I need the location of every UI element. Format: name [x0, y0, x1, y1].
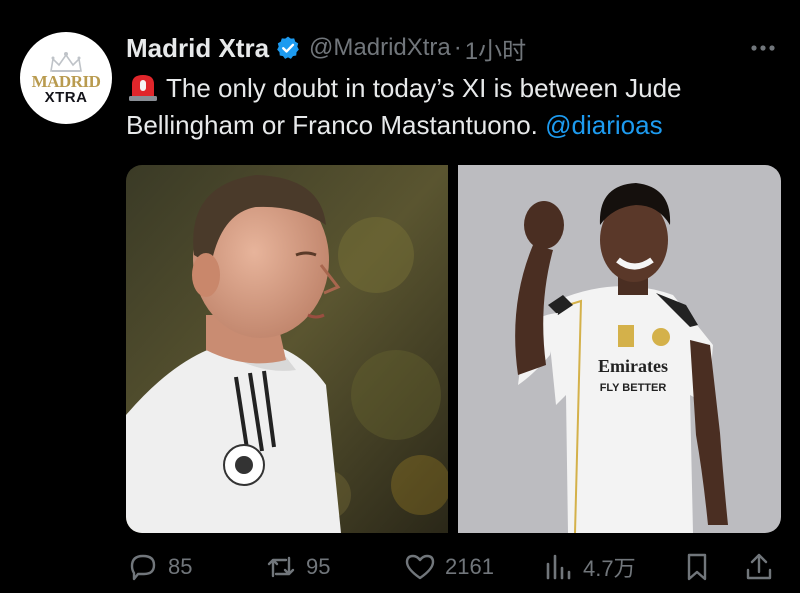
like-count: 2161 [445, 554, 494, 579]
reply-count: 85 [168, 554, 193, 579]
retweet-count: 95 [306, 554, 331, 579]
separator-dot: · [453, 34, 462, 61]
views-button[interactable]: 4.7万 [541, 549, 636, 585]
tweet-text: The only doubt in today’s XI is between … [126, 70, 786, 144]
views-count: 4.7万 [583, 556, 636, 581]
timestamp[interactable]: 1小时 [465, 31, 526, 66]
bookmark-icon [687, 553, 707, 581]
share-button[interactable] [742, 549, 776, 585]
handle[interactable]: @MadridXtra [309, 34, 451, 62]
reply-icon [130, 554, 156, 581]
heart-icon [405, 554, 435, 580]
crown-icon [50, 51, 82, 72]
action-bar: 85 95 2161 4.7万 [126, 549, 786, 585]
display-name[interactable]: Madrid Xtra [126, 33, 269, 64]
avatar-text-xtra: XTRA [44, 88, 88, 106]
svg-text:Emirates: Emirates [598, 356, 668, 376]
like-button[interactable]: 2161 [403, 549, 494, 585]
media-grid: Emirates FLY BETTER [126, 165, 781, 533]
verified-badge-icon [277, 36, 299, 59]
tweet-header: Madrid Xtra @MadridXtra · 1小时 [126, 30, 780, 66]
svg-text:FLY BETTER: FLY BETTER [600, 382, 667, 394]
photo-jude-bellingham[interactable]: Emirates FLY BETTER [458, 165, 781, 533]
retweet-button[interactable]: 95 [264, 549, 330, 585]
photo-franco-mastantuono[interactable] [126, 165, 448, 533]
share-icon [746, 553, 772, 580]
retweet-icon [267, 556, 295, 578]
avatar-text-madrid: MADRID [31, 71, 101, 91]
views-bar-icon [546, 554, 571, 580]
siren-emoji-icon [129, 75, 157, 101]
more-dots-icon[interactable] [746, 34, 780, 62]
bookmark-button[interactable] [680, 549, 714, 585]
avatar[interactable]: MADRID XTRA [20, 32, 112, 124]
reply-button[interactable]: 85 [126, 549, 192, 585]
mention-link[interactable]: @diarioas [545, 110, 662, 140]
